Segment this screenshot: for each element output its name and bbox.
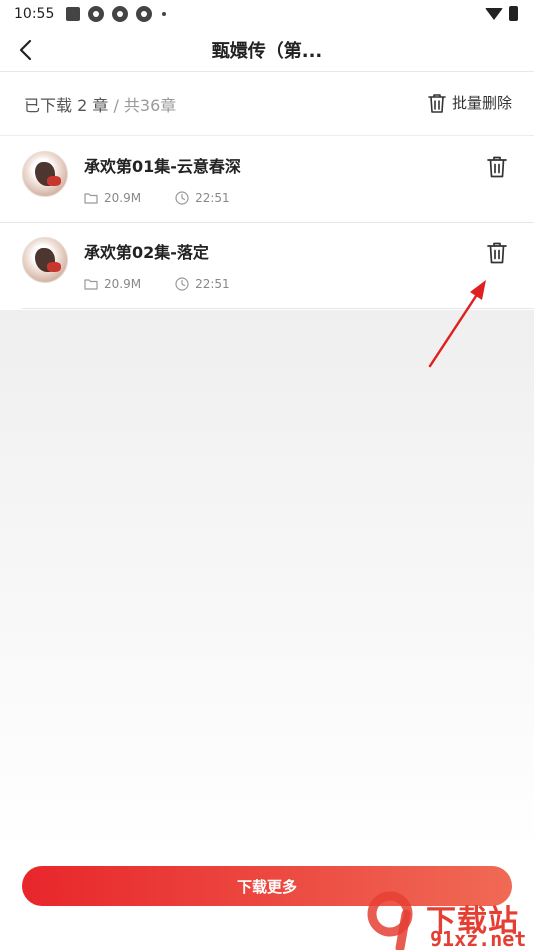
status-right xyxy=(485,6,518,21)
trash-icon[interactable] xyxy=(486,241,508,265)
download-summary: 已下载 2 章 / 共36章 批量删除 xyxy=(0,72,534,136)
episode-size: 20.9M xyxy=(104,191,142,205)
download-list: 承欢第01集-云意春深 20.9M 22:51 承欢第02集-落定 20.9M … xyxy=(0,137,534,309)
cover-art-mark xyxy=(47,262,61,272)
trash-icon[interactable] xyxy=(486,155,508,179)
notification-aperture-icon xyxy=(88,6,105,22)
folder-icon xyxy=(84,279,98,290)
summary-separator: / xyxy=(108,95,124,115)
trash-icon xyxy=(428,93,446,113)
notification-aperture-icon xyxy=(136,6,153,22)
cover-art-mark xyxy=(47,176,61,186)
episode-duration: 22:51 xyxy=(195,191,230,205)
site-watermark: 下载站 91xz.net xyxy=(360,890,534,950)
notification-aperture-icon xyxy=(112,6,129,22)
episode-size: 20.9M xyxy=(104,277,142,291)
notification-square-icon xyxy=(66,7,81,21)
list-item[interactable]: 承欢第02集-落定 20.9M 22:51 xyxy=(22,223,534,309)
watermark-url: 91xz.net xyxy=(430,927,527,950)
summary-text: 已下载 2 章 / 共36章 xyxy=(24,92,176,116)
back-arrow-icon[interactable] xyxy=(14,36,40,64)
episode-cover-avatar xyxy=(22,151,68,197)
episode-title: 承欢第02集-落定 xyxy=(84,243,209,262)
more-notifications-dot-icon xyxy=(162,12,167,16)
empty-list-area xyxy=(0,310,534,950)
downloaded-count: 已下载 2 章 xyxy=(24,95,109,115)
episode-meta: 20.9M 22:51 xyxy=(84,191,230,205)
episode-cover-avatar xyxy=(22,237,68,283)
batch-delete-button[interactable]: 批量删除 xyxy=(428,92,512,113)
list-item[interactable]: 承欢第01集-云意春深 20.9M 22:51 xyxy=(0,137,534,223)
wifi-icon xyxy=(485,7,503,20)
status-bar: 10:55 xyxy=(0,0,534,28)
status-time: 10:55 xyxy=(14,6,55,22)
page-title: 甄嬛传（第... xyxy=(211,40,323,62)
episode-title: 承欢第01集-云意春深 xyxy=(84,157,241,176)
watermark-logo-icon xyxy=(367,891,413,950)
episode-meta: 20.9M 22:51 xyxy=(84,277,230,291)
total-count: 共36章 xyxy=(123,95,177,115)
episode-duration: 22:51 xyxy=(195,277,230,291)
header: 甄嬛传（第... xyxy=(0,28,534,72)
batch-delete-label: 批量删除 xyxy=(451,94,512,112)
battery-icon xyxy=(509,6,518,21)
folder-icon xyxy=(84,193,98,204)
clock-icon xyxy=(175,277,189,291)
clock-icon xyxy=(175,191,189,205)
